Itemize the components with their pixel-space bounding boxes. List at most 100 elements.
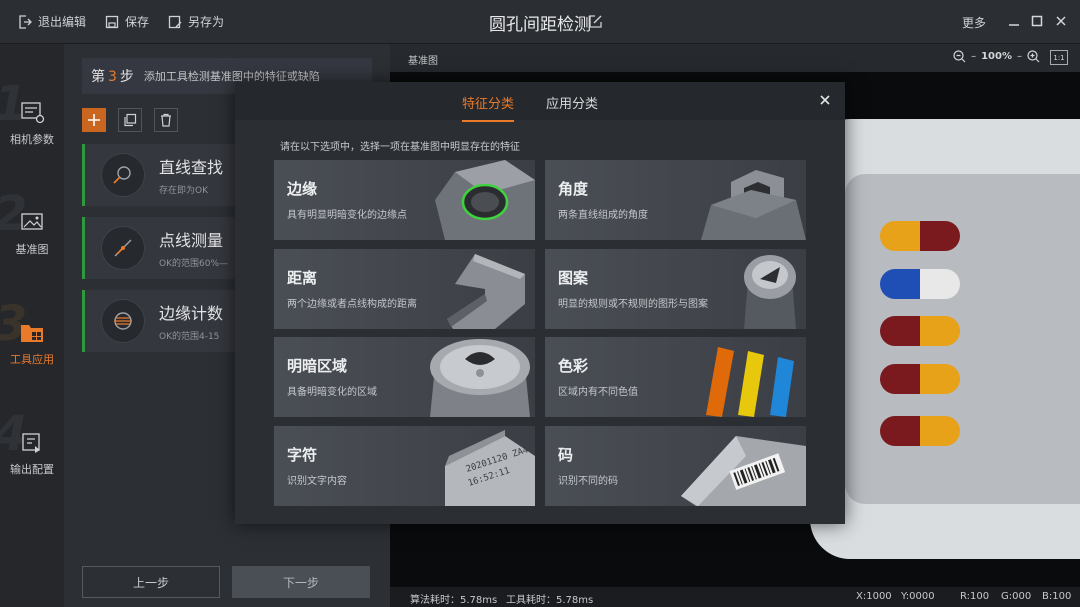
barcode-icon xyxy=(681,436,806,506)
printed-box-icon: 20201120 ZA4 16:52:11 xyxy=(445,430,535,506)
dialog-hint: 请在以下选项中，选择一项在基准图中明显存在的特征 xyxy=(280,142,520,153)
feature-edge[interactable]: 边缘 具有明显明暗变化的边缘点 xyxy=(274,160,535,240)
tool-name: 点线测量 xyxy=(159,231,224,250)
feature-bright-dark[interactable]: 明暗区域 具备明暗变化的区域 xyxy=(274,337,535,417)
minimize-icon[interactable] xyxy=(1006,13,1022,29)
next-step-button[interactable]: 下一步 xyxy=(232,566,370,598)
feature-pattern[interactable]: 图案 明显的规则或不规则的图形与图案 xyxy=(545,249,806,329)
line-search-icon xyxy=(101,153,145,197)
tool-status: OK的范围4-15 xyxy=(159,332,220,342)
feature-name: 边缘 xyxy=(287,180,318,198)
feature-name: 角度 xyxy=(558,180,589,198)
feature-name: 字符 xyxy=(287,446,318,464)
step-indicator: 第3步 xyxy=(91,69,134,85)
close-icon[interactable] xyxy=(817,92,833,108)
image-label: 基准图 xyxy=(408,56,438,67)
exit-edit-button[interactable]: 退出编辑 xyxy=(18,13,86,30)
save-as-icon xyxy=(168,15,182,28)
feature-desc: 识别文字内容 xyxy=(287,476,347,487)
copy-icon xyxy=(124,113,137,127)
tool-time: 工具耗时：5.78ms xyxy=(506,595,594,606)
tool-status: OK的范围60%— xyxy=(159,259,228,269)
nav-output-config[interactable]: 4 输出配置 xyxy=(0,404,64,504)
feature-name: 明暗区域 xyxy=(287,357,348,375)
tab-feature-category[interactable]: 特征分类 xyxy=(462,93,515,122)
add-tool-button[interactable] xyxy=(82,108,106,132)
zoom-separator: – xyxy=(1017,51,1022,62)
nav-label: 工具应用 xyxy=(10,353,54,366)
feature-desc: 明显的规则或不规则的图形与图案 xyxy=(558,299,708,310)
more-menu[interactable]: 更多 xyxy=(962,14,986,31)
zoom-separator: – xyxy=(971,51,977,62)
feature-color[interactable]: 色彩 区域内有不同色值 xyxy=(545,337,806,417)
feature-character[interactable]: 20201120 ZA4 16:52:11 字符 识别文字内容 xyxy=(274,426,535,506)
page-title: 圆孔间距检测 xyxy=(489,15,591,35)
capsule xyxy=(880,316,960,346)
save-label: 保存 xyxy=(125,15,150,29)
nav-camera-params[interactable]: 1 相机参数 xyxy=(0,74,64,174)
actual-size-button[interactable]: 1:1 xyxy=(1050,50,1068,65)
can-top-icon xyxy=(430,339,530,417)
capsule xyxy=(880,364,960,394)
capsule xyxy=(880,221,960,251)
zoom-control: – 100% – xyxy=(953,50,1040,63)
edit-title-icon[interactable] xyxy=(588,14,603,29)
feature-name: 码 xyxy=(558,446,574,464)
trash-icon xyxy=(161,113,171,127)
hex-nut-icon xyxy=(435,160,535,240)
delete-tool-button[interactable] xyxy=(154,108,178,132)
feature-desc: 两条直线组成的角度 xyxy=(558,210,648,221)
feature-distance[interactable]: 距离 两个边缘或者点线构成的距离 xyxy=(274,249,535,329)
dialog-tabs: 特征分类 应用分类 xyxy=(235,82,845,122)
image-status-bar: 算法耗时：5.78ms 工具耗时：5.78ms X:1000 Y:0000 R:… xyxy=(390,587,1080,607)
point-line-icon xyxy=(101,226,145,270)
nav-label: 输出配置 xyxy=(10,463,54,476)
save-as-label: 另存为 xyxy=(188,15,225,29)
left-nav: 1 相机参数 2 基准图 3 工具应用 4 输出配置 xyxy=(0,44,64,607)
output-icon xyxy=(22,433,40,453)
save-button[interactable]: 保存 xyxy=(105,13,149,30)
nav-label: 基准图 xyxy=(15,243,49,256)
nav-tool-application[interactable]: 3 工具应用 xyxy=(0,294,64,394)
exit-edit-label: 退出编辑 xyxy=(38,15,87,29)
feature-desc: 两个边缘或者点线构成的距离 xyxy=(287,299,417,310)
tab-application-category[interactable]: 应用分类 xyxy=(546,93,598,112)
blister-pack xyxy=(845,174,1080,504)
feature-desc: 识别不同的码 xyxy=(558,476,618,487)
color-bars-icon xyxy=(706,347,794,417)
maximize-icon[interactable] xyxy=(1029,13,1045,29)
image-icon xyxy=(21,213,43,230)
feature-angle[interactable]: 角度 两条直线组成的角度 xyxy=(545,160,806,240)
feature-name: 距离 xyxy=(287,269,318,287)
capsule xyxy=(880,269,960,299)
capsule xyxy=(880,416,960,446)
zoom-out-icon[interactable] xyxy=(953,50,966,63)
save-as-button[interactable]: 另存为 xyxy=(168,13,224,30)
exit-icon xyxy=(19,14,32,29)
tool-name: 边缘计数 xyxy=(159,304,224,323)
algo-time: 算法耗时：5.78ms xyxy=(410,595,498,606)
window-close-icon[interactable] xyxy=(1053,13,1069,29)
cursor-y: Y:0000 xyxy=(901,591,935,602)
zoom-level: 100% xyxy=(981,51,1012,62)
feature-name: 色彩 xyxy=(558,357,589,375)
camera-settings-icon xyxy=(21,102,45,124)
nav-reference-image[interactable]: 2 基准图 xyxy=(0,184,64,284)
tool-name: 直线查找 xyxy=(159,158,224,177)
zoom-in-icon[interactable] xyxy=(1027,50,1040,63)
image-toolbar: 基准图 – 100% – 1:1 xyxy=(390,44,1080,72)
feature-dialog: 特征分类 应用分类 请在以下选项中，选择一项在基准图中明显存在的特征 边缘 具有… xyxy=(235,82,845,524)
tool-card-line-find[interactable]: 直线查找 存在即为OK xyxy=(82,144,242,206)
top-bar: 退出编辑 保存 另存为 圆孔间距检测 更多 xyxy=(0,0,1080,44)
feature-desc: 具备明暗变化的区域 xyxy=(287,387,377,398)
feature-desc: 具有明显明暗变化的边缘点 xyxy=(287,210,407,221)
pixel-g: G:000 xyxy=(1001,591,1032,602)
tool-card-edge-count[interactable]: 边缘计数 OK的范围4-15 xyxy=(82,290,242,352)
prev-step-button[interactable]: 上一步 xyxy=(82,566,220,598)
pixel-b: B:100 xyxy=(1042,591,1072,602)
copy-tool-button[interactable] xyxy=(118,108,142,132)
feature-code[interactable]: 码 识别不同的码 xyxy=(545,426,806,506)
plus-icon xyxy=(88,114,100,126)
pixel-r: R:100 xyxy=(960,591,990,602)
tool-card-point-line[interactable]: 点线测量 OK的范围60%— xyxy=(82,217,242,279)
